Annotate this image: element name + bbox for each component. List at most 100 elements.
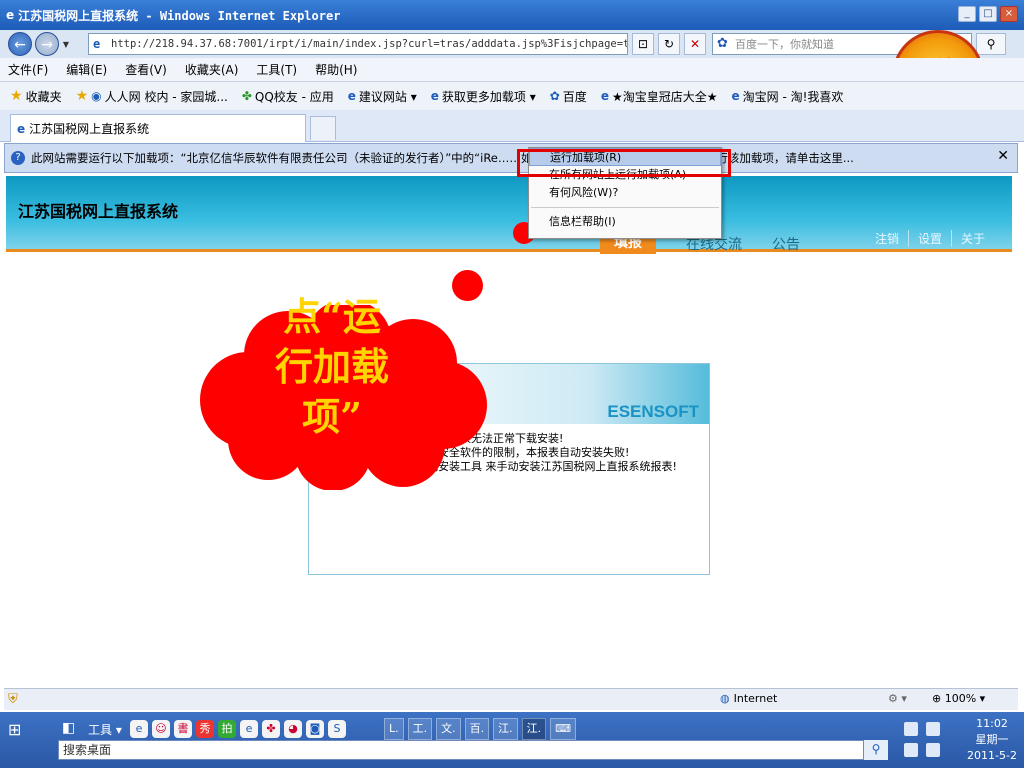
page-icon: e bbox=[600, 89, 609, 103]
menu-separator bbox=[531, 207, 719, 208]
menu-favorites[interactable]: 收藏夹(A) bbox=[185, 61, 239, 78]
qq-icon[interactable]: ◕ bbox=[284, 720, 302, 738]
quick-app-icon[interactable]: ☺ bbox=[152, 720, 170, 738]
search-icon[interactable]: ⚲ bbox=[976, 33, 1006, 55]
favorites-label: 收藏夹 bbox=[25, 89, 62, 104]
globe-icon: ◍ bbox=[720, 692, 730, 705]
security-shield-icon[interactable]: ⛨ bbox=[8, 692, 18, 707]
fav-item-qq[interactable]: ✤ QQ校友 - 应用 bbox=[242, 88, 334, 105]
callout-line: 点“运 bbox=[283, 294, 381, 339]
ie-logo-icon: e bbox=[6, 8, 15, 22]
site-links: 注销 设置 关于 bbox=[866, 230, 994, 247]
protected-mode-icon[interactable]: ⚙ ▾ bbox=[888, 692, 907, 705]
fav-item-taobao-crown[interactable]: e ★淘宝皇冠店大全★ bbox=[601, 88, 718, 105]
desktop-search-input[interactable]: 搜索桌面 bbox=[58, 740, 864, 760]
close-infobar-icon[interactable]: ✕ bbox=[997, 148, 1009, 164]
quick-app-icon[interactable]: S bbox=[328, 720, 346, 738]
desktop-icon[interactable]: ◧ bbox=[62, 720, 75, 736]
quick-app-icon[interactable]: 書 bbox=[174, 720, 192, 738]
toolbar-tools-label[interactable]: 工具 ▾ bbox=[88, 721, 122, 738]
search-placeholder: 百度一下，你就知道 bbox=[735, 38, 834, 51]
menu-tools[interactable]: 工具(T) bbox=[256, 61, 297, 78]
menu-what-risk[interactable]: 有何风险(W)? bbox=[529, 184, 721, 202]
forward-button[interactable]: → bbox=[35, 32, 59, 56]
page-content: ESENSOFT 系统报表无法正常下载安装! 上安全软件的限制，本报表自动安装失… bbox=[6, 255, 1012, 685]
fav-item-taobao[interactable]: e 淘宝网 - 淘!我喜欢 bbox=[731, 88, 843, 105]
window-title: 江苏国税网上直报系统 - Windows Internet Explorer bbox=[18, 8, 341, 23]
baidu-paw-icon: ✿ bbox=[717, 36, 728, 51]
quick-app-icon[interactable]: ✤ bbox=[262, 720, 280, 738]
menu-view[interactable]: 查看(V) bbox=[125, 61, 167, 78]
quick-app-icon[interactable]: 拍 bbox=[218, 720, 236, 738]
history-dropdown-icon[interactable]: ▼ bbox=[59, 40, 73, 49]
fav-label: 获取更多加载项 ▾ bbox=[441, 89, 536, 104]
zoom-label: 100% bbox=[944, 692, 977, 705]
start-windows-icon[interactable]: ⊞ bbox=[8, 720, 30, 742]
logout-link[interactable]: 注销 bbox=[866, 230, 908, 247]
site-title: 江苏国税网上直报系统 bbox=[18, 202, 179, 221]
menu-file[interactable]: 文件(F) bbox=[8, 61, 48, 78]
keyboard-icon[interactable]: ⌨ bbox=[550, 718, 577, 740]
stop-icon[interactable]: ✕ bbox=[684, 33, 706, 55]
task-button[interactable]: 江. bbox=[493, 718, 518, 740]
tab-current[interactable]: e 江苏国税网上直报系统 bbox=[10, 114, 306, 142]
zone-label: Internet bbox=[733, 692, 778, 705]
task-button[interactable]: 工. bbox=[407, 718, 433, 740]
tools-text: 工具 bbox=[88, 723, 113, 737]
fav-item-renren[interactable]: ★ ◉ 人人网 校内 - 家园城... bbox=[76, 88, 228, 105]
task-button[interactable]: 文. bbox=[436, 718, 461, 740]
fav-item-suggested[interactable]: e 建议网站 ▾ bbox=[348, 88, 417, 105]
tab-title: 江苏国税网上直报系统 bbox=[29, 122, 150, 136]
taskbar-clock[interactable]: 11:02 星期一 2011-5-2 bbox=[962, 716, 1022, 764]
tray-app-icon[interactable] bbox=[925, 743, 940, 757]
close-window-button[interactable]: × bbox=[1000, 6, 1018, 22]
ie-icon[interactable]: e bbox=[130, 720, 148, 738]
menu-edit[interactable]: 编辑(E) bbox=[66, 61, 107, 78]
highlight-box bbox=[517, 149, 731, 177]
esensoft-brand: ESENSOFT bbox=[607, 402, 699, 421]
zoom-control[interactable]: ⊕ 100% ▾ bbox=[932, 692, 985, 705]
compat-view-icon[interactable]: ⊡ bbox=[632, 33, 654, 55]
tray-app-icon[interactable] bbox=[925, 722, 940, 736]
task-button-active[interactable]: 江. bbox=[521, 718, 547, 740]
fav-label: 建议网站 ▾ bbox=[358, 89, 417, 104]
settings-link[interactable]: 设置 bbox=[907, 230, 951, 247]
clock-weekday: 星期一 bbox=[975, 733, 1009, 746]
tray-app-icon[interactable] bbox=[904, 743, 918, 757]
desktop-search-icon[interactable]: ⚲ bbox=[864, 740, 888, 760]
back-button[interactable]: ← bbox=[8, 32, 32, 56]
site-header: 江苏国税网上直报系统 填报 在线交流 公告 注销 设置 关于 bbox=[6, 176, 1012, 254]
fav-item-addons[interactable]: e 获取更多加载项 ▾ bbox=[431, 88, 536, 105]
window-titlebar[interactable]: e 江苏国税网上直报系统 - Windows Internet Explorer… bbox=[0, 0, 1024, 30]
status-bar: ⛨ ◍ Internet ⚙ ▾ ⊕ 100% ▾ bbox=[4, 688, 1018, 710]
favorites-bar: ★ 收藏夹 ★ ◉ 人人网 校内 - 家园城... ✤ QQ校友 - 应用 e 建议网站 … bbox=[0, 82, 1024, 110]
nav-announcements[interactable]: 公告 bbox=[772, 234, 800, 254]
favorites-button[interactable]: ★ 收藏夹 bbox=[10, 88, 62, 105]
callout-line: 项” bbox=[302, 394, 362, 439]
security-zone[interactable]: ◍ Internet bbox=[720, 692, 777, 705]
ie-icon[interactable]: e bbox=[240, 720, 258, 738]
menu-infobar-help[interactable]: 信息栏帮助(I) bbox=[529, 213, 721, 231]
tray-network-icon[interactable] bbox=[904, 722, 918, 736]
task-button[interactable]: L. bbox=[384, 718, 404, 740]
addon-infobar[interactable]: ? 此网站需要运行以下加载项：“北京亿信华辰软件有限责任公司（未验证的发行者）”… bbox=[4, 143, 1018, 173]
menu-help[interactable]: 帮助(H) bbox=[315, 61, 357, 78]
fav-item-baidu[interactable]: ✿ 百度 bbox=[550, 88, 587, 105]
task-button[interactable]: 百. bbox=[464, 718, 490, 740]
maximize-button[interactable]: □ bbox=[979, 6, 997, 22]
clock-date: 2011-5-2 bbox=[967, 749, 1017, 762]
quick-app-icon[interactable]: ◙ bbox=[306, 720, 324, 738]
callout-line: 行加载 bbox=[274, 344, 389, 389]
clover-icon: ✤ bbox=[241, 89, 252, 103]
minimize-button[interactable]: _ bbox=[958, 6, 976, 22]
fav-label: 人人网 校内 - 家园城... bbox=[104, 89, 228, 104]
page-icon: e bbox=[430, 89, 439, 103]
callout-text: 点“运 行加载 项” bbox=[232, 292, 432, 442]
new-tab-button[interactable] bbox=[310, 116, 336, 140]
baidu-paw-icon: ✿ bbox=[549, 89, 560, 103]
quick-app-icon[interactable]: 秀 bbox=[196, 720, 214, 738]
address-input[interactable]: e http://218.94.37.68:7001/irpt/i/main/i… bbox=[88, 33, 628, 55]
menu-bar: 文件(F) 编辑(E) 查看(V) 收藏夹(A) 工具(T) 帮助(H) bbox=[0, 58, 1024, 82]
refresh-icon[interactable]: ↻ bbox=[658, 33, 680, 55]
about-link[interactable]: 关于 bbox=[950, 230, 994, 247]
